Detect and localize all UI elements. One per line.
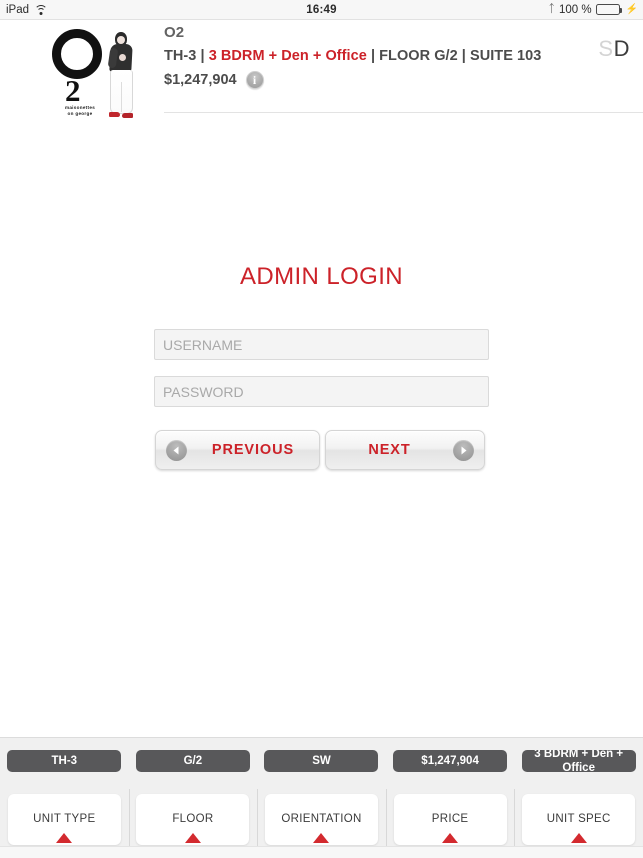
filter-cell-orientation: ORIENTATION — [257, 789, 386, 851]
filter-pill-cell: 3 BDRM + Den + Office — [514, 750, 643, 772]
filter-bottom-bar: TH-3 G/2 SW $1,247,904 3 BDRM + Den + Of… — [0, 737, 643, 858]
bluetooth-icon: ᛏ — [548, 3, 555, 15]
battery-percent-label: 100 % — [558, 3, 592, 16]
selection-pointer-icon — [56, 833, 73, 843]
sd-brand-mark-d: D — [613, 36, 630, 61]
battery-icon — [595, 4, 622, 15]
selection-pointer-icon — [313, 833, 330, 843]
filter-pill-floor[interactable]: G/2 — [135, 750, 250, 772]
logo-number: 2 — [65, 73, 81, 108]
filter-cell-unit-type: UNIT TYPE — [0, 793, 129, 845]
filter-pill-unit-type[interactable]: TH-3 — [7, 750, 122, 772]
person-illustration-icon — [100, 30, 146, 120]
username-input[interactable] — [154, 329, 489, 360]
filter-pill-row: TH-3 G/2 SW $1,247,904 3 BDRM + Den + Of… — [0, 750, 643, 772]
previous-button-label: PREVIOUS — [211, 442, 295, 458]
logo-circle-icon — [52, 29, 102, 79]
filter-pill-orientation[interactable]: SW — [264, 750, 379, 772]
bottom-bar-edge — [0, 846, 643, 858]
arrow-right-circle-icon — [453, 439, 474, 461]
unit-floor-value: FLOOR G/2 — [379, 48, 458, 64]
filter-pill-cell: SW — [257, 750, 386, 772]
filter-pill-cell: G/2 — [129, 750, 258, 772]
unit-spec-value: 3 BDRM + Den + Office — [208, 48, 367, 64]
status-bar-right: ᛏ 100 % ⚡ — [548, 4, 638, 16]
unit-sep-1: | — [196, 48, 209, 64]
unit-type-value: TH-3 — [164, 48, 197, 64]
filter-cell-unit-spec: UNIT SPEC — [514, 789, 643, 851]
info-icon[interactable]: i — [245, 71, 264, 89]
selection-pointer-icon — [184, 833, 201, 843]
next-button-label: NEXT — [368, 442, 411, 458]
filter-pill-unit-spec[interactable]: 3 BDRM + Den + Office — [521, 750, 636, 772]
unit-suite-value: SUITE 103 — [469, 48, 542, 64]
selection-pointer-icon — [442, 833, 459, 843]
password-input[interactable] — [154, 376, 489, 407]
filter-pill-cell: TH-3 — [0, 750, 129, 772]
app-header: 2 maisonettes on george O2 TH-3 | 3 BDRM… — [0, 20, 643, 125]
page-title: O2 — [164, 24, 185, 41]
o2-logo[interactable]: 2 maisonettes on george — [42, 25, 152, 125]
unit-price-value: $1,247,904 — [164, 72, 237, 88]
status-bar-clock: 16:49 — [306, 3, 337, 16]
sd-brand-mark-s: S — [598, 36, 614, 61]
sd-brand-mark[interactable]: SD — [598, 36, 630, 62]
unit-summary-line: TH-3 | 3 BDRM + Den + Office | FLOOR G/2… — [164, 48, 541, 64]
arrow-left-circle-icon — [166, 439, 187, 461]
filter-pill-price[interactable]: $1,247,904 — [393, 750, 508, 772]
header-divider — [164, 112, 643, 113]
filter-cell-price: PRICE — [385, 789, 515, 851]
unit-sep-3: | — [457, 48, 470, 64]
filter-card-row: UNIT TYPE FLOOR ORIENTATION PRICE UNIT S… — [0, 789, 643, 851]
ipad-app-screen: iPad 16:49 ᛏ 100 % ⚡ 2 maisonettes on ge… — [0, 0, 643, 858]
price-row: $1,247,904 i — [164, 71, 541, 89]
admin-login-title: ADMIN LOGIN — [239, 263, 404, 290]
previous-button[interactable]: PREVIOUS — [155, 430, 320, 470]
filter-pill-cell: $1,247,904 — [386, 750, 515, 772]
filter-cell-floor: FLOOR — [128, 789, 258, 851]
status-bar: iPad 16:49 ᛏ 100 % ⚡ — [0, 0, 643, 20]
unit-sep-2: | — [366, 48, 380, 64]
charging-bolt-icon: ⚡ — [625, 4, 638, 15]
next-button[interactable]: NEXT — [325, 430, 485, 470]
selection-pointer-icon — [570, 833, 587, 843]
header-text-block: O2 TH-3 | 3 BDRM + Den + Office | FLOOR … — [164, 24, 541, 89]
